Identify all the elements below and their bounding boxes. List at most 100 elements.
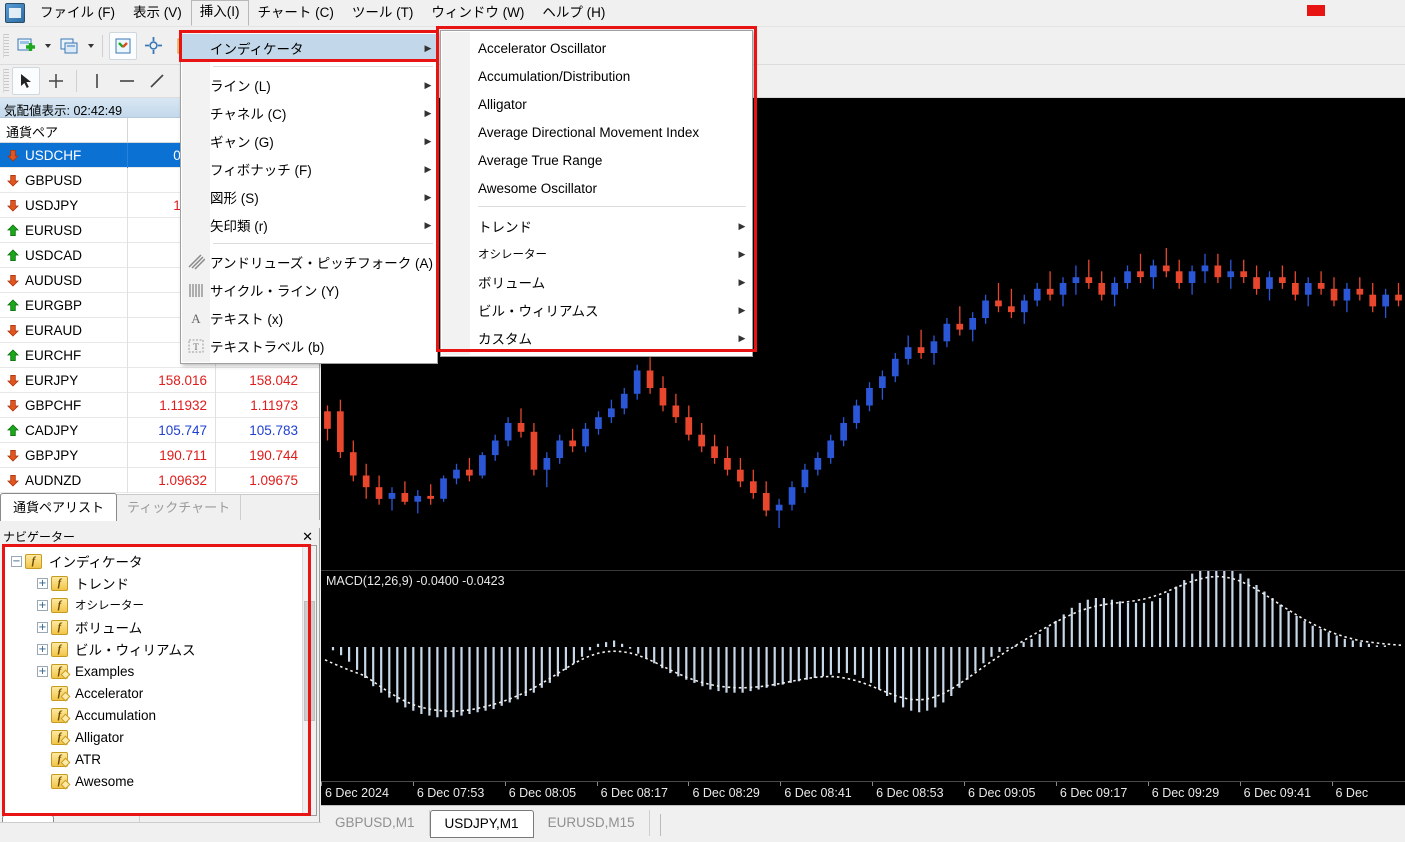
indicator-menu-item[interactable]: Accumulation/Distribution <box>441 62 752 90</box>
time-tick-mark <box>1055 782 1057 786</box>
symbol-label: USDJPY <box>25 197 79 213</box>
menu-item-label: テキスト (x) <box>210 312 284 327</box>
new-order-button[interactable] <box>12 32 40 60</box>
navigator-tree-item[interactable]: f ATR <box>11 748 316 770</box>
indicator-menu-item[interactable]: Accelerator Oscillator <box>441 34 752 62</box>
chart-tab[interactable]: EURUSD,M15 <box>534 810 650 836</box>
close-icon[interactable]: ✕ <box>302 529 319 545</box>
market-watch-tab[interactable]: ティックチャート <box>117 494 242 520</box>
crosshair-button[interactable] <box>139 32 167 60</box>
indicator-menu-item[interactable]: カスタム ▶ <box>441 324 752 352</box>
market-watch-row[interactable]: GBPJPY 190.711 190.744 <box>0 442 319 468</box>
indicator-folder-icon: f <box>51 619 68 635</box>
new-chart-button[interactable] <box>55 32 83 60</box>
insert-menu-item[interactable]: T テキストラベル (b) <box>181 332 437 360</box>
indicator-menu-item[interactable]: Awesome Oscillator <box>441 174 752 202</box>
indicator-menu-item[interactable]: Average True Range <box>441 146 752 174</box>
navigator-tree-item[interactable]: f Accumulation <box>11 704 316 726</box>
menu-help[interactable]: ヘルプ (H) <box>533 1 614 26</box>
navigator-tree-item[interactable]: f Alligator <box>11 726 316 748</box>
symbol-label: GBPCHF <box>25 397 82 413</box>
menu-window[interactable]: ウィンドウ (W) <box>422 1 533 26</box>
insert-dropdown-menu[interactable]: インディケータ ▶ ライン (L) ▶ チャネル (C) ▶ ギャン (G) ▶ フィボナッチ … <box>180 31 438 364</box>
pitchfork-icon <box>187 254 205 270</box>
new-chart-caret[interactable] <box>84 32 97 60</box>
insert-menu-item[interactable]: インディケータ ▶ <box>181 34 437 62</box>
menu-view[interactable]: 表示 (V) <box>124 1 191 26</box>
insert-menu-item[interactable]: アンドリューズ・ピッチフォーク (A) <box>181 248 437 276</box>
indicator-menu-item[interactable]: ビル・ウィリアムス ▶ <box>441 296 752 324</box>
navigator-tree-item[interactable]: f Accelerator <box>11 682 316 704</box>
status-bar <box>0 822 321 842</box>
market-watch-row[interactable]: CADJPY 105.747 105.783 <box>0 417 319 443</box>
time-axis: 6 Dec 2024 6 Dec 07:53 6 Dec 08:05 6 Dec 08… <box>321 781 1405 805</box>
insert-menu-item[interactable]: チャネル (C) ▶ <box>181 99 437 127</box>
collapse-icon[interactable]: − <box>11 555 22 567</box>
expand-icon[interactable]: + <box>37 621 48 633</box>
menu-tools[interactable]: ツール (T) <box>343 1 423 26</box>
indicator-menu-item[interactable]: ボリューム ▶ <box>441 268 752 296</box>
market-watch-row[interactable]: EURJPY 158.016 158.042 <box>0 367 319 393</box>
navigator-tree-item[interactable]: + f トレンド <box>11 572 316 594</box>
arrow-down-icon <box>7 474 19 487</box>
market-watch-row[interactable]: AUDNZD 1.09632 1.09675 <box>0 467 319 493</box>
submenu-arrow-icon: ▶ <box>424 42 432 53</box>
time-tick-label: 6 Dec 07:53 <box>416 786 485 800</box>
indicator-menu-item[interactable]: Average Directional Movement Index <box>441 118 752 146</box>
menu-bar: ファイル (F) 表示 (V) 挿入(I) チャート (C) ツール (T) ウィンドウ … <box>0 0 1405 27</box>
menu-chart[interactable]: チャート (C) <box>249 1 343 26</box>
symbol-label: EURGBP <box>25 297 83 313</box>
indicator-submenu[interactable]: Accelerator Oscillator Accumulation/Distr… <box>440 30 753 357</box>
market-watch-row[interactable]: GBPCHF 1.11932 1.11973 <box>0 392 319 418</box>
market-watch-button[interactable] <box>109 31 137 60</box>
navigator-tree-item[interactable]: + f ボリューム <box>11 616 316 638</box>
column-header-symbol[interactable]: 通貨ペア <box>0 118 128 142</box>
indicator-menu-item[interactable]: Alligator <box>441 90 752 118</box>
insert-menu-item[interactable]: サイクル・ライン (Y) <box>181 276 437 304</box>
menu-insert[interactable]: 挿入(I) <box>190 0 249 26</box>
navigator-scrollbar-thumb[interactable] <box>304 601 315 721</box>
chart-tab[interactable]: GBPUSD,M1 <box>321 810 430 836</box>
crosshair-tool[interactable] <box>42 67 70 95</box>
expand-icon[interactable]: + <box>37 599 48 611</box>
insert-menu-item[interactable]: 図形 (S) ▶ <box>181 183 437 211</box>
navigator-tree-item[interactable]: + f Examples <box>11 660 316 682</box>
expand-icon[interactable]: + <box>37 577 48 589</box>
insert-menu-item[interactable]: ライン (L) ▶ <box>181 71 437 99</box>
trendline-tool[interactable] <box>143 67 171 95</box>
ask-cell: 105.783 <box>249 422 298 438</box>
menu-item-label: フィボナッチ (F) <box>210 163 312 178</box>
navigator-scrollbar[interactable] <box>302 546 316 815</box>
vertical-line-tool[interactable] <box>83 67 111 95</box>
line-toolbar-grip[interactable] <box>3 69 9 93</box>
insert-menu-item[interactable]: A テキスト (x) <box>181 304 437 332</box>
navigator-tree-item[interactable]: + f オシレーター <box>11 594 316 616</box>
navigator-tree-item[interactable]: + f ビル・ウィリアムス <box>11 638 316 660</box>
menu-file[interactable]: ファイル (F) <box>31 1 124 26</box>
expand-icon[interactable]: + <box>37 643 48 655</box>
indicator-menu-item[interactable]: オシレーター ▶ <box>441 240 752 268</box>
indicator-menu-item[interactable]: トレンド ▶ <box>441 212 752 240</box>
navigator-panel: ナビゲーター ✕ − f インディケータ + f トレンド + f オシレーター + f ボリューム +… <box>0 528 320 842</box>
symbol-cell: EURJPY <box>0 367 128 393</box>
horizontal-line-tool[interactable] <box>113 67 141 95</box>
expand-icon[interactable]: + <box>37 665 48 677</box>
navigator-tree-item[interactable]: f Awesome <box>11 770 316 792</box>
symbol-label: GBPUSD <box>25 172 83 188</box>
time-tick-label: 6 Dec 08:53 <box>876 786 944 800</box>
custom-indicator-icon: f <box>51 685 68 701</box>
macd-indicator-pane[interactable]: MACD(12,26,9) -0.0400 -0.0423 <box>321 563 1405 775</box>
navigator-tree-item[interactable]: − f インディケータ <box>11 550 316 572</box>
cursor-tool[interactable] <box>12 67 40 95</box>
market-watch-tab[interactable]: 通貨ペアリスト <box>0 493 118 521</box>
chart-tab[interactable]: USDJPY,M1 <box>429 810 534 838</box>
menu-item-label: チャネル (C) <box>210 107 287 122</box>
new-order-caret[interactable] <box>41 32 54 60</box>
insert-menu-item[interactable]: ギャン (G) ▶ <box>181 127 437 155</box>
indicator-folder-icon: f <box>51 597 68 613</box>
toolbar-grip[interactable] <box>3 33 9 58</box>
menu-item-label: ライン (L) <box>210 79 271 94</box>
insert-menu-item[interactable]: 矢印類 (r) ▶ <box>181 211 437 239</box>
insert-menu-item[interactable]: フィボナッチ (F) ▶ <box>181 155 437 183</box>
navigator-item-label: ATR <box>75 751 101 767</box>
